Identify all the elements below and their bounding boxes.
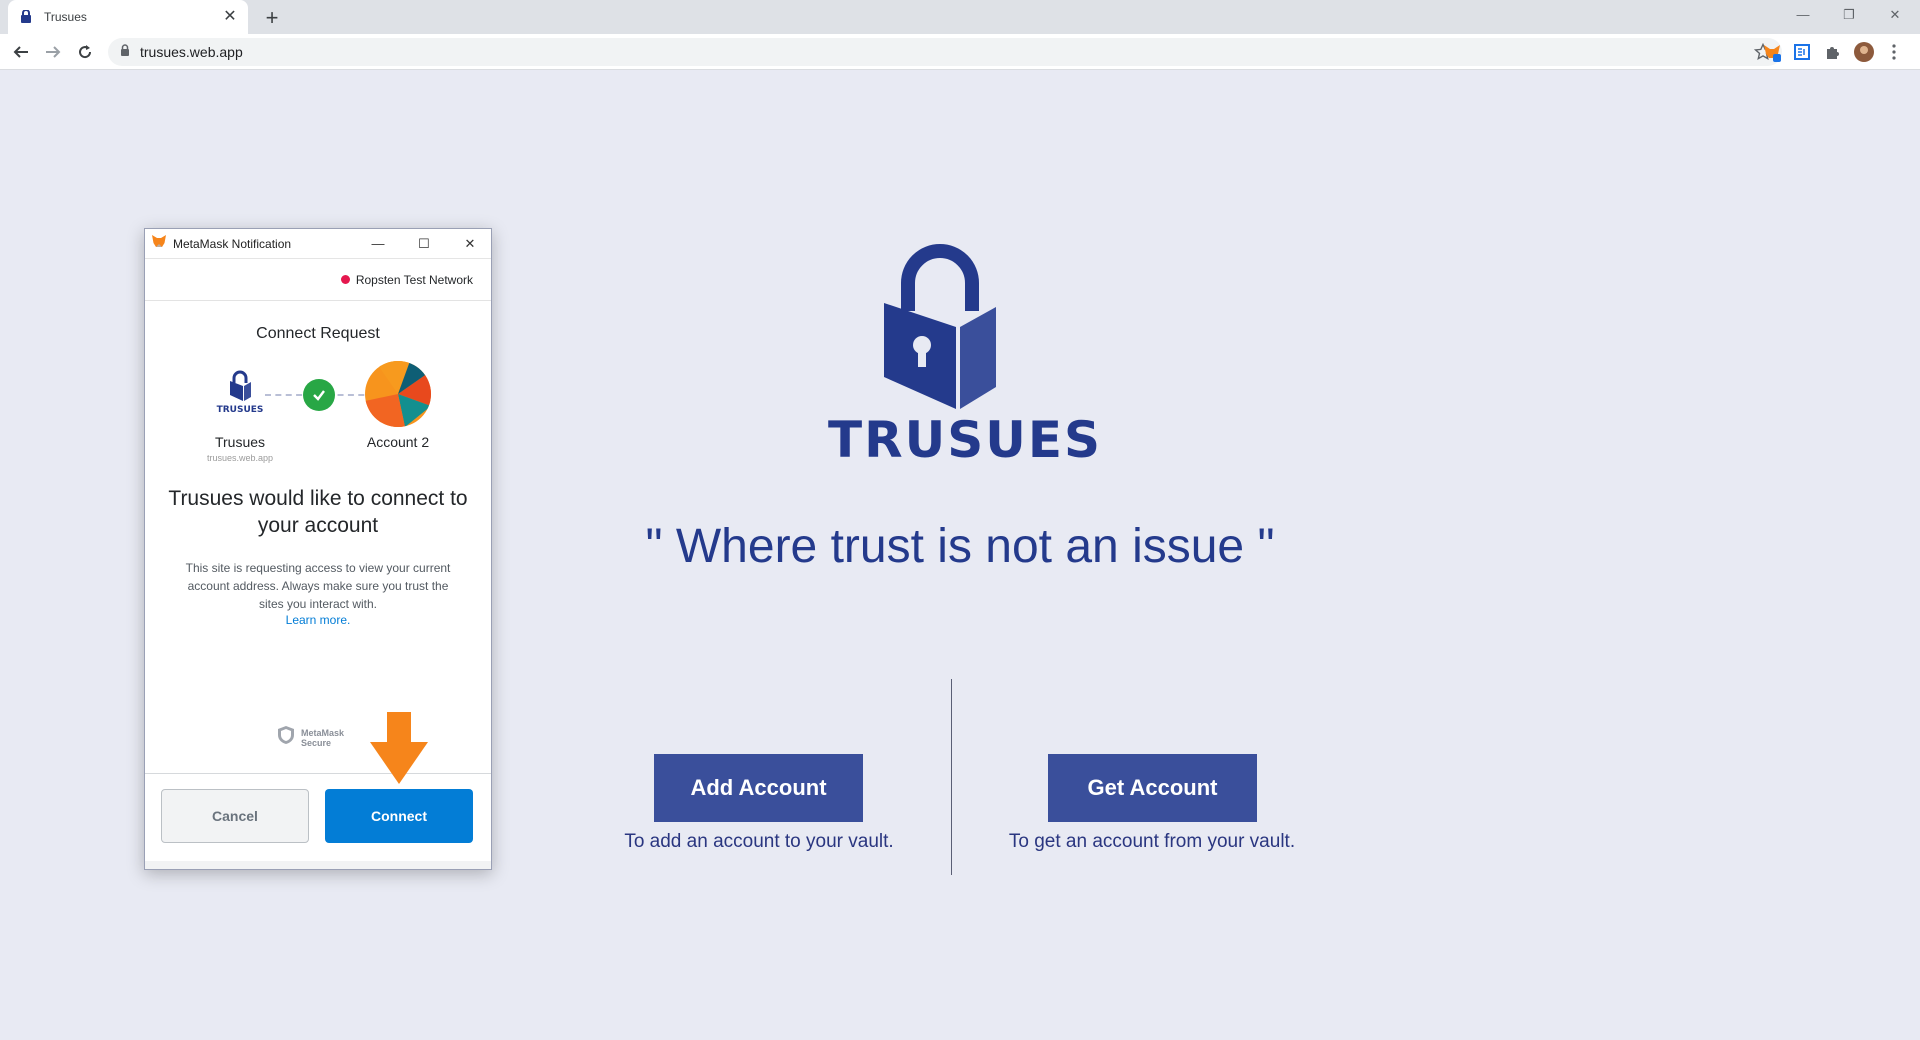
permission-description: This site is requesting access to view y… [185,561,451,611]
site-logo: TRUSUES [205,369,275,418]
learn-more-link[interactable]: Learn more. [145,613,491,627]
tab-strip: Trusues ✕ + — ❐ ✕ [0,0,1920,34]
popup-close-icon[interactable]: ✕ [447,229,493,259]
extensions-puzzle-icon[interactable] [1822,42,1842,62]
popup-maximize-icon[interactable]: ☐ [401,229,447,259]
shield-icon [277,725,295,750]
back-icon[interactable] [8,39,34,65]
connected-check-icon [303,379,335,411]
cancel-button[interactable]: Cancel [161,789,309,843]
browser-toolbar: trusues.web.app [0,34,1920,70]
secure-label-line1: MetaMask [301,727,345,738]
secure-label: MetaMask Secure [301,728,344,748]
metamask-footer: Cancel Connect [145,773,491,869]
account-name: Account 2 [366,434,430,450]
account-avatar-icon [365,361,431,427]
network-status-dot-icon [340,275,350,284]
connect-button[interactable]: Connect [325,789,473,843]
connect-question: Trusues would like to connect to your ac… [168,487,468,537]
minimize-icon[interactable]: — [1780,0,1826,30]
profile-avatar[interactable] [1854,42,1874,62]
forward-icon[interactable] [40,39,66,65]
connect-request-heading: Connect Request [256,325,380,342]
tagline: " Where trust is not an issue " [645,520,1275,573]
address-bar[interactable]: trusues.web.app [108,38,1782,66]
vertical-divider [951,679,952,875]
metamask-window-title: MetaMask Notification [173,236,292,251]
add-account-button[interactable]: Add Account [654,754,863,822]
trusues-favicon-icon [18,9,34,25]
metamask-secure-badge: MetaMask Secure [277,725,344,750]
metamask-notification-window: MetaMask Notification — ☐ ✕ Ropsten Test… [144,228,492,870]
metamask-extension-icon[interactable] [1762,42,1782,62]
menu-kebab-icon[interactable] [1884,42,1904,62]
metamask-fox-icon [151,234,167,253]
extension-icon[interactable] [1792,42,1812,62]
restore-icon[interactable]: ❐ [1826,0,1872,30]
reload-icon[interactable] [72,39,98,65]
footer-strip [145,861,491,869]
add-account-caption: To add an account to your vault. [624,831,894,852]
site-name: Trusues [214,434,266,450]
site-url: trusues.web.app [206,453,274,463]
padlock-logo-icon [878,241,1002,418]
url-text: trusues.web.app [140,44,243,60]
site-logo-text: TRUSUES [217,405,264,413]
brand-wordmark: TRUSUES [828,411,1102,469]
close-window-icon[interactable]: ✕ [1872,0,1918,30]
get-account-button[interactable]: Get Account [1048,754,1257,822]
tab-title: Trusues [44,10,87,24]
network-indicator[interactable]: Ropsten Test Network [145,259,491,301]
secure-label-line2: Secure [301,737,332,748]
new-tab-button[interactable]: + [258,4,286,32]
arrow-down-icon [370,712,428,789]
get-account-caption: To get an account from your vault. [1008,831,1296,852]
metamask-titlebar[interactable]: MetaMask Notification — ☐ ✕ [145,229,491,259]
lock-icon[interactable] [120,43,130,61]
tab-close-icon[interactable]: ✕ [222,9,238,25]
browser-tab[interactable]: Trusues ✕ [8,0,248,34]
network-label: Ropsten Test Network [355,272,473,287]
popup-minimize-icon[interactable]: — [355,229,401,259]
